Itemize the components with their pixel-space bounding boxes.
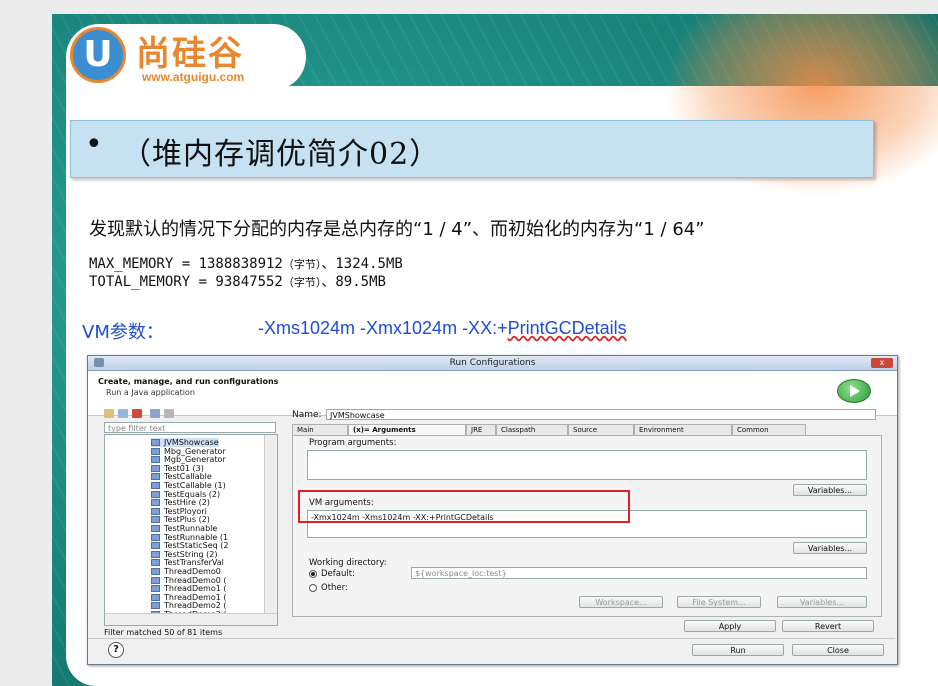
java-app-icon	[151, 542, 160, 550]
tab-arguments[interactable]: (x)= Arguments	[348, 424, 466, 435]
revert-button[interactable]: Revert	[782, 620, 874, 632]
workspace-button[interactable]: Workspace...	[579, 596, 663, 608]
total-memory-line: TOTAL_MEMORY = 93847552（字节）、89.5MB	[89, 271, 386, 291]
vm-params-value: -Xms1024m -Xmx1024m -XX:+PrintGCDetails	[258, 318, 627, 339]
tab-main[interactable]: Main	[292, 424, 348, 435]
default-radio[interactable]	[309, 570, 317, 578]
help-icon[interactable]: ?	[108, 642, 124, 658]
name-field[interactable]: JVMShowcase	[326, 409, 876, 420]
vm-arguments-highlight	[298, 490, 630, 523]
config-editor: Name: JVMShowcase Main (x)= Arguments JR…	[288, 408, 888, 638]
total-memory-key: TOTAL_MEMORY = 93847552	[89, 274, 283, 290]
vm-params-label: VM参数：	[82, 322, 164, 343]
logo-u-icon: U	[70, 27, 126, 83]
other-variables-button[interactable]: Variables...	[777, 596, 867, 608]
dialog-separator	[88, 638, 895, 639]
java-app-icon	[151, 533, 160, 541]
filter-status: Filter matched 50 of 81 items	[104, 628, 223, 637]
java-app-icon	[151, 568, 160, 575]
max-memory-key: MAX_MEMORY = 1388838912	[89, 256, 283, 272]
filter-input[interactable]: type filter text	[104, 422, 276, 433]
max-memory-unit: （字节）	[282, 258, 322, 271]
working-directory-label: Working directory:	[309, 558, 387, 568]
total-memory-tail: 、89.5MB	[321, 274, 386, 290]
program-arguments-field[interactable]	[307, 450, 867, 480]
other-label: Other:	[321, 583, 348, 593]
tree-vertical-scrollbar[interactable]	[264, 435, 277, 613]
java-app-icon	[151, 525, 160, 532]
program-variables-button[interactable]: Variables...	[793, 484, 867, 496]
tab-environment[interactable]: Environment	[634, 424, 732, 435]
dialog-titlebar: Run Configurations x	[88, 356, 897, 371]
java-app-icon	[151, 516, 160, 524]
filter-icon[interactable]	[150, 409, 160, 418]
run-button[interactable]: Run	[692, 644, 784, 656]
header-title: Create, manage, and run configurations	[98, 377, 279, 386]
new-config-icon[interactable]	[104, 409, 114, 418]
java-app-icon	[151, 447, 160, 455]
java-app-icon	[151, 550, 160, 558]
run-play-icon	[837, 379, 871, 403]
config-toolbar	[100, 408, 280, 420]
java-app-icon	[151, 585, 160, 593]
config-tree: JVMShowcase Mbg_Generator Mgb_Generator Tes…	[104, 434, 278, 626]
file-system-button[interactable]: File System...	[677, 596, 761, 608]
max-memory-tail: 、1324.5MB	[321, 256, 403, 272]
logo-name: 尚硅谷	[136, 34, 244, 74]
header-subtitle: Run a Java application	[106, 388, 195, 397]
tab-common[interactable]: Common	[732, 424, 806, 435]
java-app-icon	[151, 499, 160, 507]
dialog-title: Run Configurations	[449, 358, 536, 368]
default-dir-field: ${workspace_loc:test}	[411, 567, 867, 579]
java-app-icon	[151, 507, 160, 515]
java-app-icon	[151, 456, 160, 464]
slide-description: 发现默认的情况下分配的内存是总内存的“1 / 4”、而初始化的内存为“1 / 6…	[89, 219, 705, 240]
atguigu-logo: U 尚硅谷 www.atguigu.com	[66, 24, 306, 90]
delete-icon[interactable]	[132, 409, 142, 418]
java-app-icon	[151, 576, 160, 584]
java-app-icon	[151, 439, 160, 446]
java-app-icon	[151, 464, 160, 472]
tab-classpath[interactable]: Classpath	[496, 424, 568, 435]
tab-source[interactable]: Source	[568, 424, 634, 435]
default-label: Default:	[321, 569, 355, 579]
collapse-all-icon[interactable]	[164, 409, 174, 418]
name-label: Name:	[292, 410, 322, 420]
duplicate-icon[interactable]	[118, 409, 128, 418]
vm-params-main: -Xms1024m -Xmx1024m -XX:+	[258, 318, 508, 338]
arguments-panel: Program arguments: Variables... VM argum…	[292, 435, 882, 617]
program-arguments-label: Program arguments:	[309, 438, 397, 448]
tree-horizontal-scrollbar[interactable]	[105, 613, 277, 625]
java-app-icon	[151, 593, 160, 601]
tab-jre[interactable]: JRE	[466, 424, 496, 435]
window-close-button[interactable]: x	[871, 358, 893, 368]
close-button[interactable]: Close	[792, 644, 884, 656]
other-radio[interactable]	[309, 584, 317, 592]
apply-button[interactable]: Apply	[684, 620, 776, 632]
java-app-icon	[151, 490, 160, 498]
java-app-icon	[151, 559, 160, 567]
slide-title: （堆内存调优简介02）	[121, 137, 441, 172]
title-bullet: •	[85, 127, 103, 162]
java-app-icon	[151, 482, 160, 489]
vm-params-tail: PrintGCDetails	[507, 318, 627, 338]
vm-variables-button[interactable]: Variables...	[793, 542, 867, 554]
total-memory-unit: （字节）	[282, 276, 322, 289]
java-app-icon	[151, 602, 160, 610]
slide-title-box: • （堆内存调优简介02）	[70, 120, 874, 178]
config-list-panel: type filter text JVMShowcase Mbg_Generato…	[100, 408, 280, 637]
java-app-icon	[151, 473, 160, 481]
max-memory-line: MAX_MEMORY = 1388838912（字节）、1324.5MB	[89, 253, 403, 273]
logo-url: www.atguigu.com	[142, 70, 245, 84]
